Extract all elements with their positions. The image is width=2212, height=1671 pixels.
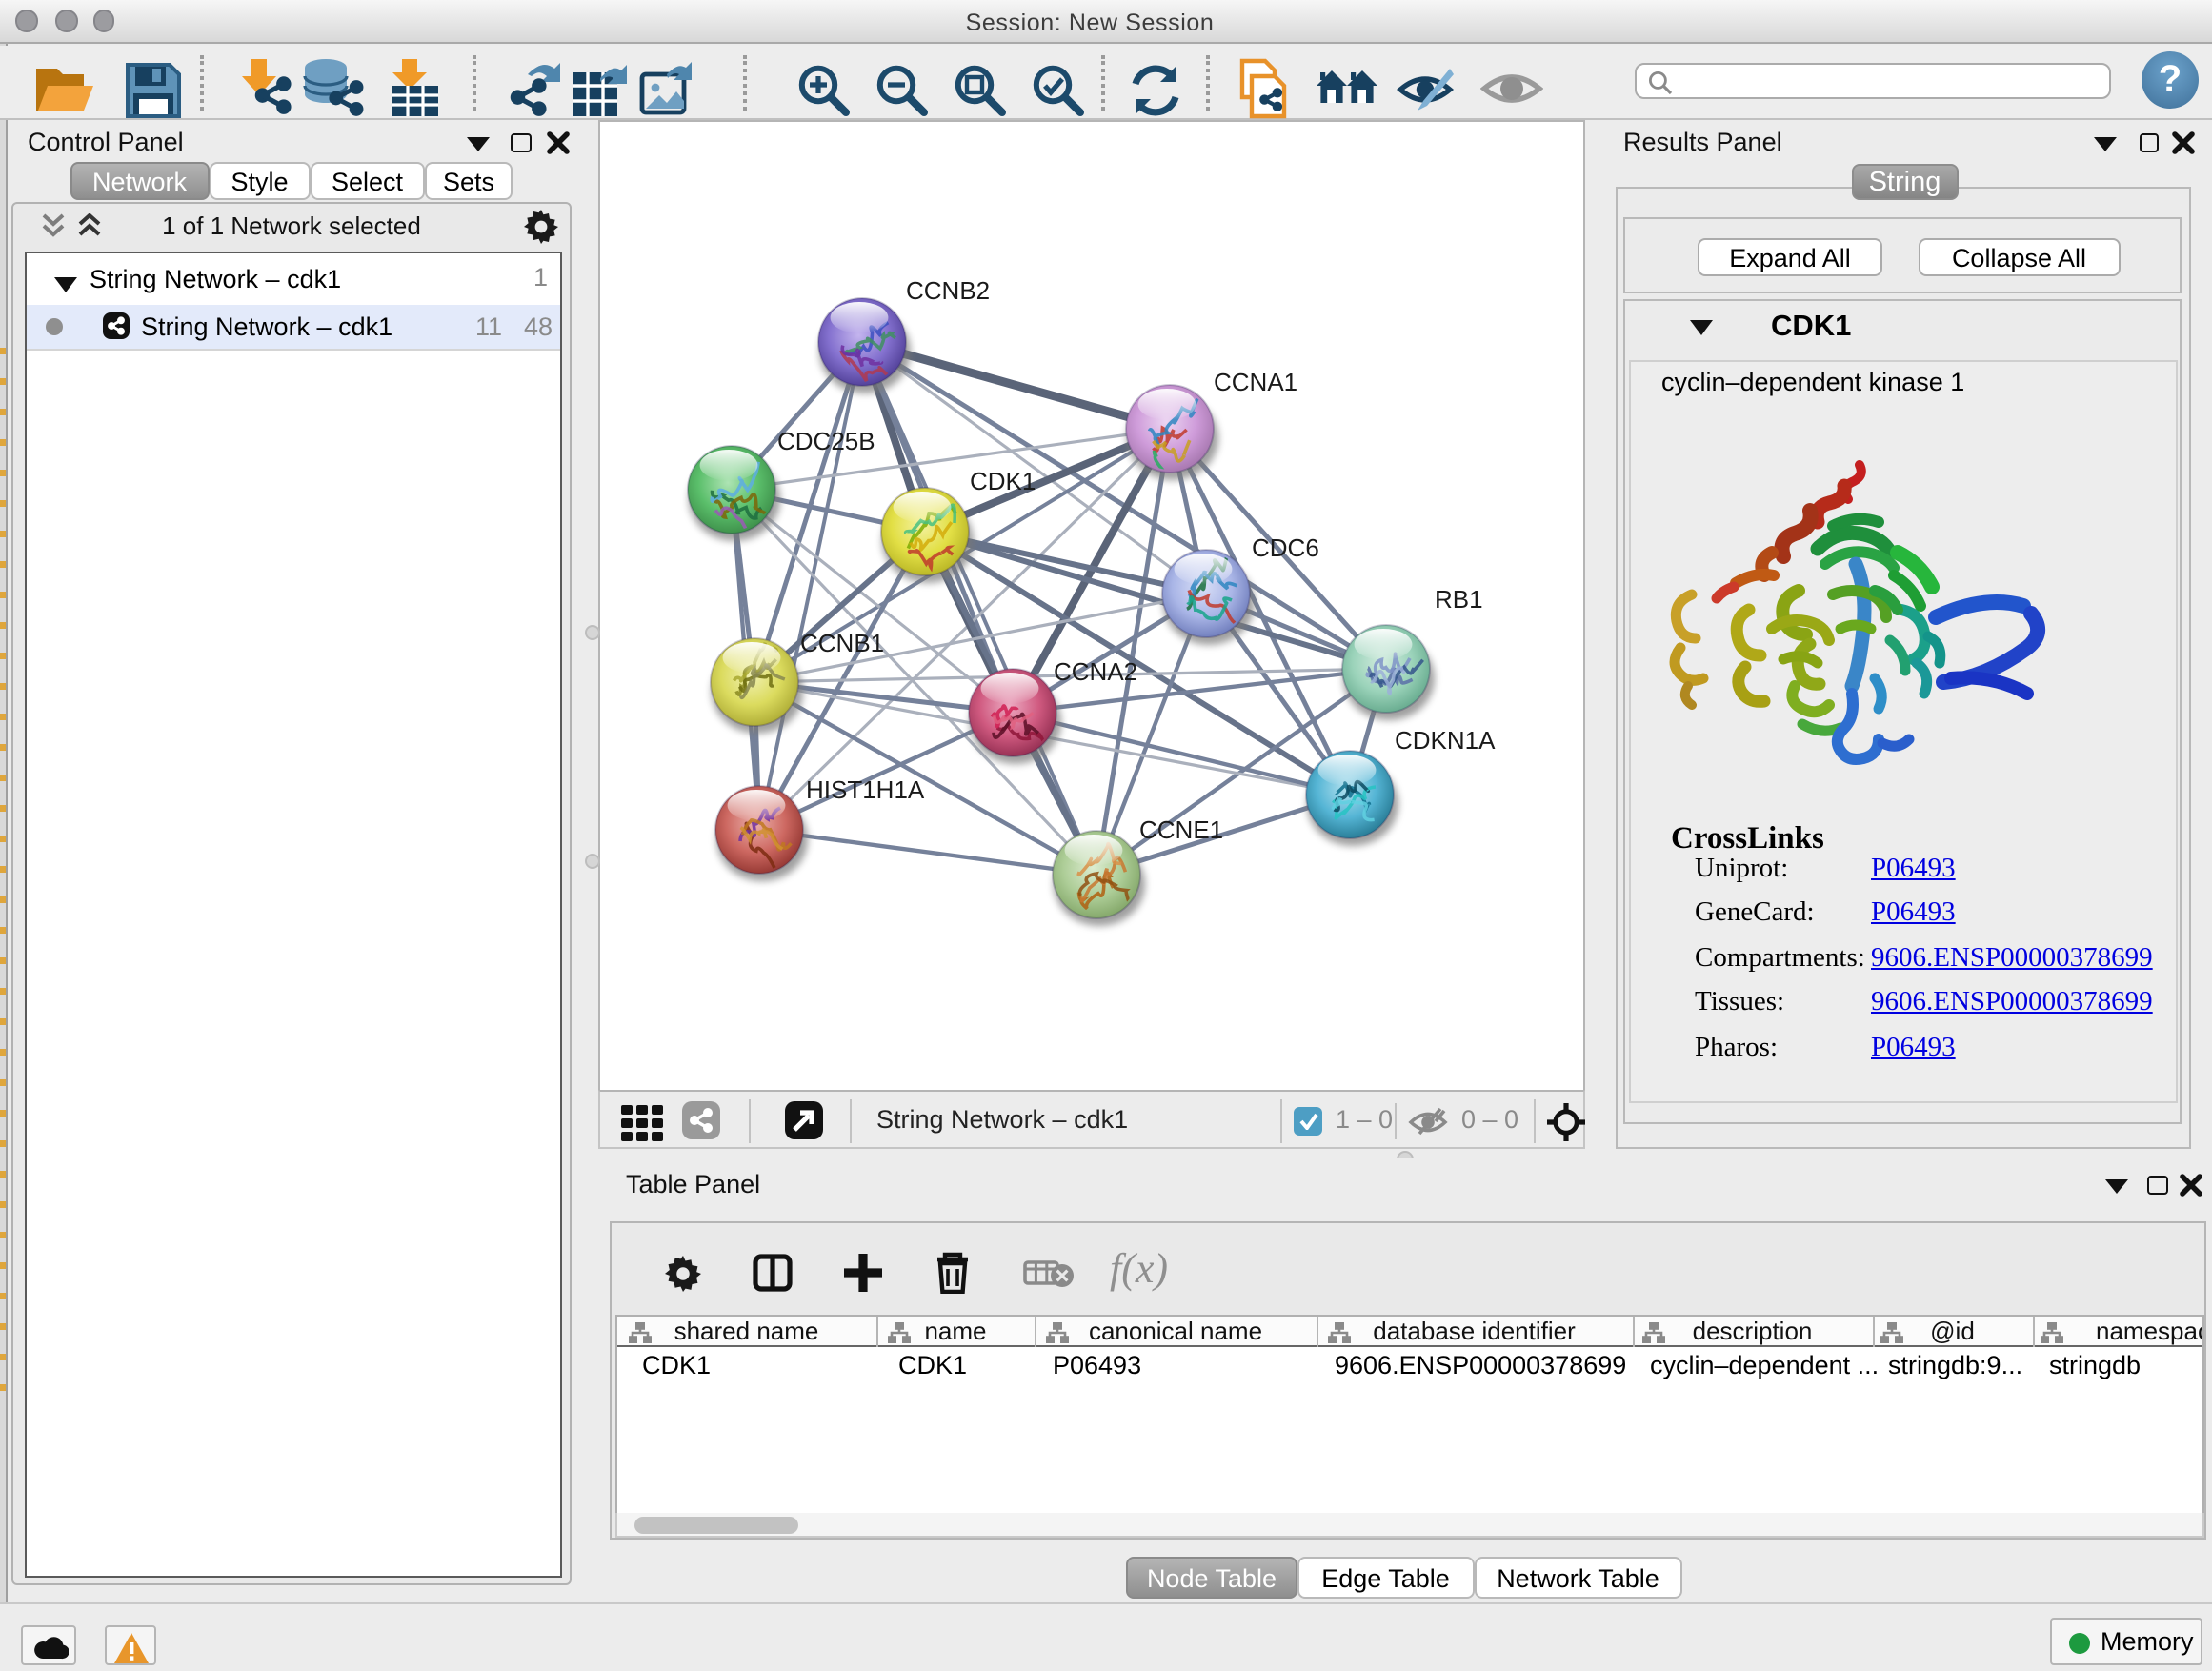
svg-text:CCNA1: CCNA1 [1214, 368, 1297, 396]
svg-text:CDC25B: CDC25B [777, 427, 875, 455]
svg-text:RB1: RB1 [1435, 585, 1483, 614]
svg-text:CDK1: CDK1 [970, 467, 1036, 495]
svg-text:CCNB2: CCNB2 [906, 276, 990, 305]
svg-text:CCNA2: CCNA2 [1054, 657, 1137, 686]
svg-text:CCNE1: CCNE1 [1139, 815, 1223, 844]
svg-text:HIST1H1A: HIST1H1A [806, 775, 925, 804]
svg-text:CDC6: CDC6 [1252, 534, 1319, 562]
svg-text:CDKN1A: CDKN1A [1395, 726, 1496, 755]
svg-text:CCNB1: CCNB1 [800, 629, 884, 657]
